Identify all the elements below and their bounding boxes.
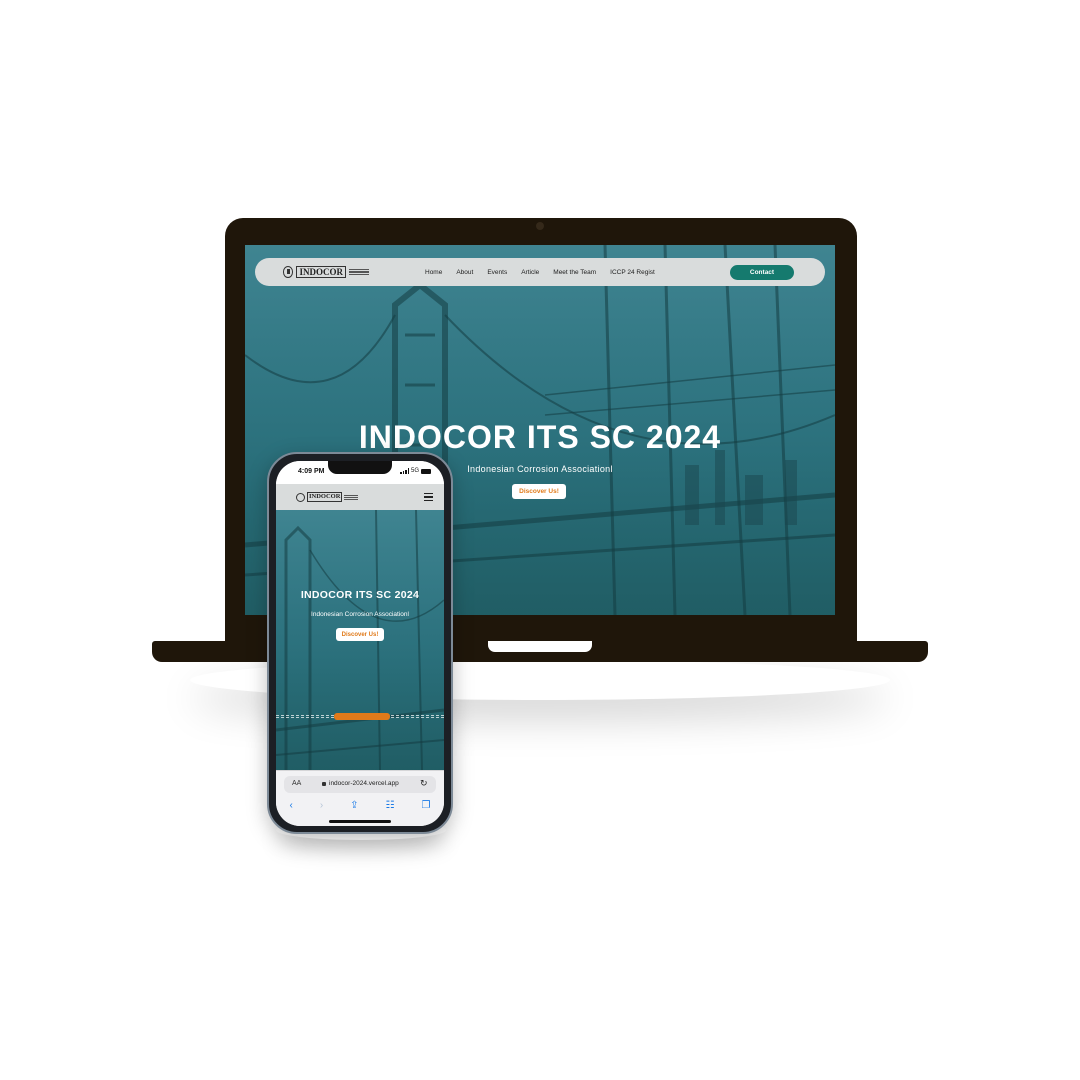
nav-link-meet-the-team[interactable]: Meet the Team [553,269,596,276]
reload-icon[interactable]: ↻ [420,778,428,789]
status-time: 4:09 PM [298,468,325,475]
back-icon[interactable]: ‹ [289,800,292,811]
forward-icon[interactable]: › [320,800,323,811]
tabs-icon[interactable]: ❐ [421,800,430,811]
mobile-hero-subtitle: Indonesian Corrosion Associationl [311,611,409,618]
nav-link-events[interactable]: Events [487,269,507,276]
safari-bottom-bar: AA indocor-2024.vercel.app ↻ ‹ › ⇪ ☷ ❐ [276,770,444,826]
address-bar[interactable]: AA indocor-2024.vercel.app ↻ [284,776,436,793]
bookmarks-icon[interactable]: ☷ [386,800,395,811]
mobile-site-logo[interactable]: INDOCOR [296,492,359,502]
mobile-logo-tagline-lines [344,494,359,500]
mobile-discover-button[interactable]: Discover Us! [336,628,384,641]
share-icon[interactable]: ⇪ [350,800,358,811]
indocor-emblem-icon [283,266,294,278]
hamburger-menu-icon[interactable] [424,493,433,501]
mobile-navbar: INDOCOR [276,484,444,510]
indocor-emblem-icon [296,492,305,502]
url-text[interactable]: indocor-2024.vercel.app [329,780,399,787]
mobile-hero-title: INDOCOR ITS SC 2024 [300,589,420,601]
phone-status-bar: 4:09 PM 5G [276,461,444,484]
nav-link-article[interactable]: Article [521,269,539,276]
hero-title: INDOCOR ITS SC 2024 [358,419,722,455]
mobile-hero: INDOCOR ITS SC 2024 Indonesian Corrosion… [276,510,444,770]
nav-link-about[interactable]: About [456,269,473,276]
status-indicators: 5G [400,468,432,474]
signal-icon [400,468,409,474]
lock-icon [322,782,326,786]
discover-button[interactable]: Discover Us! [512,484,566,499]
laptop-camera [536,222,544,230]
laptop-notch [488,641,592,652]
safari-toolbar: ‹ › ⇪ ☷ ❐ [276,798,444,812]
nav-link-iccp-regist[interactable]: ICCP 24 Regist [610,269,655,276]
home-indicator [329,820,391,823]
desktop-nav-links: Home About Events Article Meet the Team … [425,258,655,286]
network-label: 5G [411,468,420,474]
phone-screen: 4:09 PM 5G INDOCOR INDOCOR ITS SC 2024 I… [276,461,444,826]
site-logo[interactable]: INDOCOR [283,265,369,279]
reader-aa-button[interactable]: AA [292,780,301,787]
mobile-logo-wordmark: INDOCOR [307,492,343,502]
desktop-navbar: INDOCOR Home About Events Article Meet t… [255,258,825,286]
nav-link-home[interactable]: Home [425,269,442,276]
logo-tagline-lines [349,268,369,276]
contact-button[interactable]: Contact [730,265,794,280]
mobile-orange-banner[interactable] [334,713,390,720]
phone-notch [328,461,392,474]
battery-icon [421,468,432,474]
logo-wordmark: INDOCOR [296,266,346,278]
